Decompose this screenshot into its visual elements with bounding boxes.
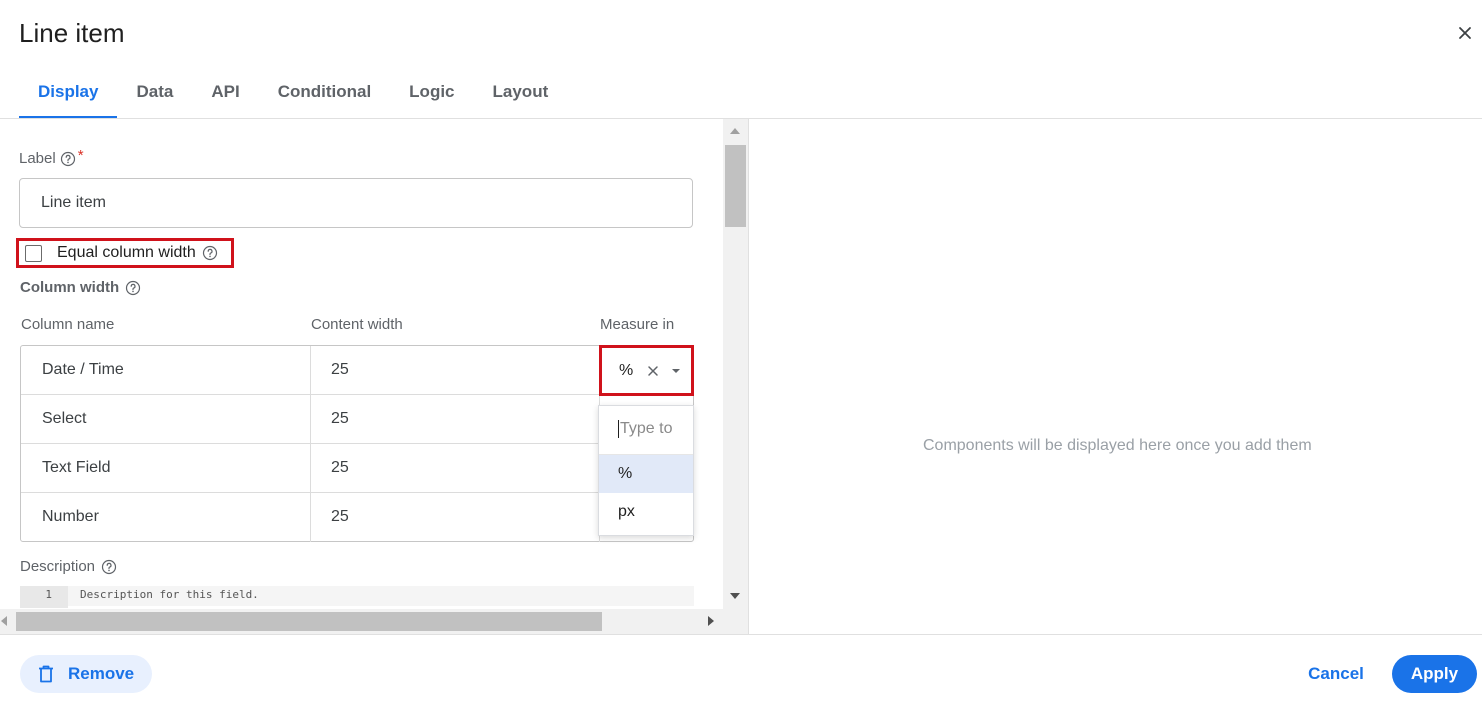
scroll-right-icon[interactable]: [708, 616, 714, 626]
cancel-button[interactable]: Cancel: [1297, 655, 1375, 693]
panel-divider: [748, 119, 749, 635]
dropdown-search: [599, 406, 693, 455]
vertical-scrollbar[interactable]: [723, 119, 748, 609]
column-width-table: Date / Time 25 Select 25 Text Field 25 N…: [20, 345, 694, 542]
content-width-input[interactable]: 25: [331, 361, 349, 379]
line-number: 1: [20, 586, 68, 608]
table-row: Date / Time 25: [21, 346, 693, 395]
description-editor[interactable]: 1 Description for this field.: [20, 586, 694, 608]
apply-button[interactable]: Apply: [1392, 655, 1477, 693]
horizontal-scrollbar[interactable]: [0, 609, 723, 634]
scroll-corner: [723, 609, 748, 634]
measure-dropdown: % px: [598, 405, 694, 536]
footer-divider: [0, 634, 1482, 635]
preview-empty-message: Components will be displayed here once y…: [923, 437, 1312, 454]
tab-logic[interactable]: Logic: [390, 72, 473, 118]
dropdown-option-percent[interactable]: %: [599, 455, 693, 493]
measure-in-header: Measure in: [600, 316, 675, 333]
equal-column-width-highlight: Equal column width: [16, 238, 234, 268]
tab-display[interactable]: Display: [19, 72, 118, 118]
column-name-cell: Text Field: [42, 459, 111, 476]
table-row: Select 25: [21, 395, 693, 444]
column-name-header: Column name: [21, 316, 115, 333]
tab-conditional[interactable]: Conditional: [259, 72, 390, 118]
measure-select[interactable]: %: [599, 345, 694, 396]
table-row: Number 25: [21, 493, 693, 542]
tab-api[interactable]: API: [192, 72, 258, 118]
content-width-input[interactable]: 25: [331, 459, 349, 477]
chevron-down-icon[interactable]: [672, 368, 681, 373]
equal-column-width-checkbox[interactable]: [25, 244, 42, 262]
scroll-thumb[interactable]: [16, 612, 602, 631]
scroll-up-icon[interactable]: [730, 128, 740, 134]
trash-icon: [39, 665, 53, 683]
dropdown-search-input[interactable]: [618, 420, 688, 438]
close-icon[interactable]: [1454, 22, 1476, 44]
tab-data[interactable]: Data: [117, 72, 192, 118]
help-icon[interactable]: [125, 280, 141, 296]
tab-bar: Display Data API Conditional Logic Layou…: [19, 72, 567, 118]
description-title: Description: [20, 558, 96, 575]
dialog-title: Line item: [19, 18, 125, 48]
label-text: Label: [19, 150, 56, 167]
table-row: Text Field 25: [21, 444, 693, 493]
required-mark: *: [77, 147, 84, 164]
description-label: Description: [20, 558, 117, 575]
label-field-label: Label *: [19, 147, 84, 167]
column-name-cell: Select: [42, 410, 87, 427]
column-name-cell: Date / Time: [42, 361, 124, 378]
tab-layout[interactable]: Layout: [474, 72, 568, 118]
column-name-cell: Number: [42, 508, 99, 525]
remove-button[interactable]: Remove: [20, 655, 152, 693]
column-width-section-label: Column width: [20, 279, 141, 296]
help-icon[interactable]: [60, 151, 76, 167]
scroll-left-icon[interactable]: [1, 616, 7, 626]
label-input[interactable]: [19, 178, 693, 228]
content-width-input[interactable]: 25: [331, 410, 349, 428]
clear-icon[interactable]: [647, 365, 659, 377]
measure-selected-value: %: [619, 361, 634, 379]
content-width-header: Content width: [311, 316, 403, 333]
help-icon[interactable]: [101, 559, 117, 575]
scroll-down-icon[interactable]: [730, 593, 740, 599]
content-width-input[interactable]: 25: [331, 508, 349, 526]
equal-column-width-label: Equal column width: [57, 244, 196, 261]
remove-label: Remove: [68, 664, 135, 683]
code-line: Description for this field.: [80, 588, 259, 601]
help-icon[interactable]: [202, 245, 218, 261]
column-width-title: Column width: [20, 279, 120, 296]
dropdown-option-px[interactable]: px: [599, 493, 693, 531]
scroll-thumb[interactable]: [725, 145, 746, 227]
